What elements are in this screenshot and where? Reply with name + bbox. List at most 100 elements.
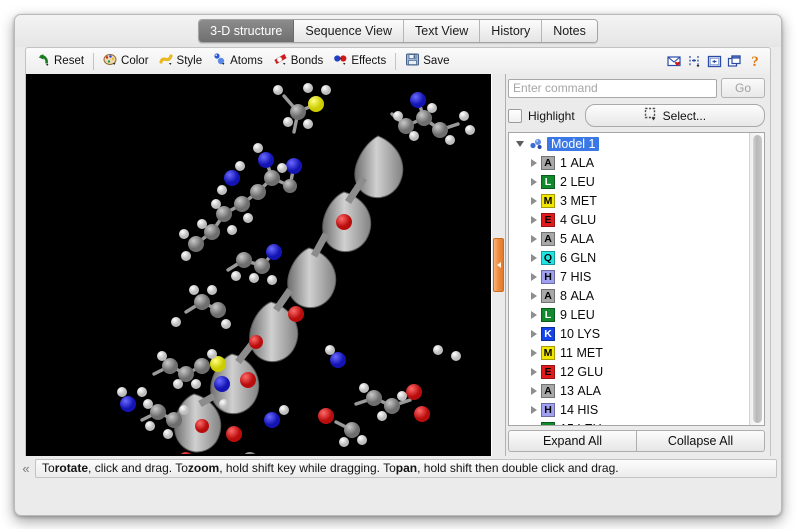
chevron-right-icon[interactable]	[527, 368, 541, 376]
chevron-right-icon[interactable]	[527, 330, 541, 338]
new-window-icon[interactable]	[725, 52, 745, 70]
mail-icon[interactable]	[665, 52, 685, 70]
chevron-right-icon[interactable]	[527, 178, 541, 186]
chevron-right-icon[interactable]	[527, 216, 541, 224]
tab-history[interactable]: History	[480, 20, 543, 42]
status-bar-row: « To rotate, click and drag. To zoom, ho…	[15, 456, 781, 480]
tree-row-residue-5[interactable]: A 5 ALA	[509, 229, 749, 248]
tree-row-residue-13[interactable]: A 13 ALA	[509, 381, 749, 400]
select-button[interactable]: Select...	[584, 104, 765, 127]
residue-code-badge: Q	[541, 250, 555, 265]
chevron-right-icon[interactable]	[527, 349, 541, 357]
floppy-disk-icon	[405, 52, 420, 70]
residue-tree[interactable]: Model 1 A 1 ALA L 2 LEU M 3 MET E 4 GLU …	[509, 133, 749, 425]
molecule-3d-viewport[interactable]	[26, 74, 491, 456]
export-image-icon[interactable]	[705, 52, 725, 70]
tree-row-residue-11[interactable]: M 11 MET	[509, 343, 749, 362]
go-button[interactable]: Go	[721, 78, 765, 98]
residue-label: 4 GLU	[560, 212, 597, 227]
main-body: Go Highlight Select...	[25, 74, 771, 456]
residue-code-badge: L	[541, 174, 555, 189]
effects-button[interactable]: Effects	[328, 51, 391, 71]
tree-row-residue-1[interactable]: A 1 ALA	[509, 153, 749, 172]
chevron-right-icon[interactable]	[527, 425, 541, 426]
chevron-right-icon[interactable]	[527, 406, 541, 414]
bonds-label: Bonds	[290, 55, 324, 67]
save-button[interactable]: Save	[400, 51, 454, 71]
tree-row-residue-14[interactable]: H 14 HIS	[509, 400, 749, 419]
undo-arrow-icon	[36, 52, 51, 70]
residue-code-badge: A	[541, 231, 555, 246]
collapse-panel-icon[interactable]: «	[17, 461, 35, 476]
atoms-button[interactable]: Atoms	[207, 51, 268, 71]
tree-scrollbar[interactable]	[749, 133, 764, 425]
style-label: Style	[176, 55, 203, 67]
tree-row-residue-12[interactable]: E 12 GLU	[509, 362, 749, 381]
residue-code-badge: E	[541, 364, 555, 379]
molecule-render	[26, 74, 491, 454]
atom-icon	[212, 52, 227, 70]
palette-icon	[103, 52, 118, 70]
residue-label: 5 ALA	[560, 231, 595, 246]
tree-model-label: Model 1	[547, 136, 600, 151]
marquee-select-icon	[644, 107, 658, 124]
right-panel: Go Highlight Select...	[506, 74, 770, 456]
chevron-right-icon[interactable]	[527, 387, 541, 395]
toolbar-separator	[93, 52, 95, 70]
tree-row-residue-3[interactable]: M 3 MET	[509, 191, 749, 210]
highlight-label: Highlight	[528, 108, 575, 123]
tree-row-model[interactable]: Model 1	[509, 134, 749, 153]
tree-row-residue-8[interactable]: A 8 ALA	[509, 286, 749, 305]
tab-3d-structure[interactable]: 3-D structure	[199, 20, 295, 42]
tree-row-residue-4[interactable]: E 4 GLU	[509, 210, 749, 229]
reset-label: Reset	[54, 55, 85, 67]
residue-label: 14 HIS	[560, 402, 599, 417]
tree-row-residue-15[interactable]: L 15 LEU	[509, 419, 749, 425]
expand-all-button[interactable]: Expand All	[508, 430, 636, 452]
chevron-right-icon[interactable]	[527, 311, 541, 319]
residue-code-badge: E	[541, 212, 555, 227]
glasses-icon	[333, 52, 348, 70]
chevron-right-icon[interactable]	[527, 197, 541, 205]
chevron-right-icon[interactable]	[527, 235, 541, 243]
residue-code-badge: M	[541, 345, 555, 360]
residue-label: 15 LEU	[560, 422, 602, 426]
tab-group: 3-D structure Sequence View Text View Hi…	[198, 19, 598, 43]
highlight-checkbox[interactable]	[508, 108, 522, 123]
tab-bar: 3-D structure Sequence View Text View Hi…	[15, 15, 781, 47]
tree-row-residue-2[interactable]: L 2 LEU	[509, 172, 749, 191]
bonds-button[interactable]: Bonds	[268, 51, 329, 71]
residue-code-badge: A	[541, 383, 555, 398]
tree-row-residue-10[interactable]: K 10 LYS	[509, 324, 749, 343]
residue-label: 7 HIS	[560, 269, 592, 284]
tree-row-residue-7[interactable]: H 7 HIS	[509, 267, 749, 286]
chevron-right-icon[interactable]	[527, 273, 541, 281]
collapse-all-button[interactable]: Collapse All	[636, 430, 765, 452]
tree-row-residue-6[interactable]: Q 6 GLN	[509, 248, 749, 267]
residue-code-badge: H	[541, 402, 555, 417]
status-bar: To rotate, click and drag. To zoom, hold…	[35, 458, 777, 478]
measure-icon[interactable]	[685, 52, 705, 70]
status-bold-rotate: rotate	[54, 461, 89, 475]
select-label: Select...	[662, 108, 707, 123]
chevron-right-icon[interactable]	[527, 292, 541, 300]
residue-label: 2 LEU	[560, 174, 595, 189]
chevron-down-icon[interactable]	[513, 141, 527, 147]
chevron-right-icon[interactable]	[527, 254, 541, 262]
help-icon[interactable]: ?	[745, 52, 765, 70]
tab-text-view[interactable]: Text View	[404, 20, 481, 42]
tab-sequence-view[interactable]: Sequence View	[294, 20, 405, 42]
save-label: Save	[423, 55, 450, 67]
residue-label: 11 MET	[560, 345, 603, 360]
residue-code-badge: L	[541, 421, 555, 425]
scrollbar-thumb[interactable]	[752, 135, 762, 423]
command-input[interactable]	[508, 78, 717, 98]
style-button[interactable]: Style	[154, 51, 208, 71]
chevron-right-icon[interactable]	[527, 159, 541, 167]
tab-notes[interactable]: Notes	[542, 20, 597, 42]
reset-button[interactable]: Reset	[31, 51, 89, 71]
color-button[interactable]: Color	[98, 51, 153, 71]
splitter-grip[interactable]	[493, 238, 504, 292]
panel-splitter[interactable]	[491, 74, 506, 456]
tree-row-residue-9[interactable]: L 9 LEU	[509, 305, 749, 324]
